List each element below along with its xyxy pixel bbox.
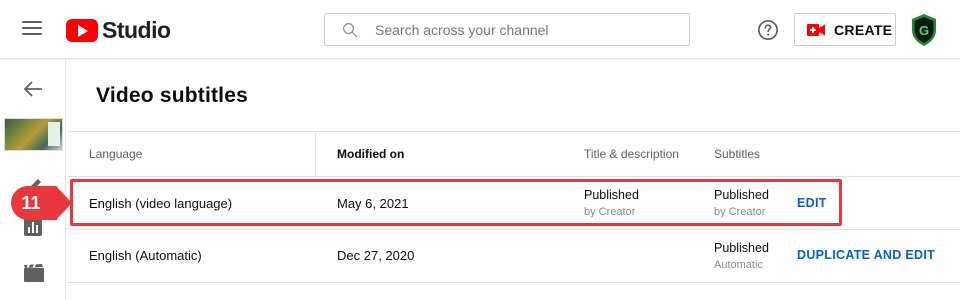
analytics-icon[interactable]: [24, 218, 42, 236]
search-box[interactable]: [324, 13, 690, 46]
row-language: English (Automatic): [89, 248, 202, 263]
header-divider: [67, 176, 960, 177]
search-input[interactable]: [375, 14, 675, 45]
create-button[interactable]: CREATE: [794, 13, 896, 46]
create-label: CREATE: [834, 21, 893, 38]
annotation-step-badge: 11: [11, 186, 57, 220]
row-divider: [67, 282, 960, 283]
avatar[interactable]: G: [910, 13, 938, 47]
row-modified: Dec 27, 2020: [337, 248, 415, 263]
annotation-badge-pointer: [56, 186, 72, 220]
page-title: Video subtitles: [96, 84, 248, 107]
row-subtitles-by: Automatic: [714, 259, 763, 271]
video-thumbnail[interactable]: [4, 118, 63, 151]
table-top-divider: [67, 131, 960, 132]
top-bar: Studio CREATE G: [0, 0, 960, 59]
studio-logo[interactable]: Studio: [66, 17, 171, 44]
menu-icon[interactable]: [22, 21, 42, 37]
row-subtitles-status: Published: [714, 241, 769, 255]
youtube-logo-icon: [66, 19, 98, 42]
column-divider: [315, 132, 316, 176]
avatar-letter: G: [919, 23, 929, 38]
film-icon[interactable]: [24, 264, 44, 282]
row-divider: [67, 229, 960, 230]
duplicate-and-edit-button[interactable]: DUPLICATE AND EDIT: [797, 248, 935, 262]
column-header-subtitles: Subtitles: [714, 147, 761, 161]
column-header-title-description: Title & description: [584, 147, 679, 161]
sidebar: [0, 60, 66, 300]
column-header-language[interactable]: Language: [89, 147, 142, 161]
search-icon: [343, 23, 358, 38]
back-arrow-icon[interactable]: [22, 80, 44, 98]
annotation-highlight-box: [70, 179, 842, 226]
help-icon[interactable]: [757, 19, 779, 41]
logo-text: Studio: [102, 17, 171, 43]
create-video-icon: [807, 23, 825, 36]
column-header-modified[interactable]: Modified on: [337, 147, 404, 161]
